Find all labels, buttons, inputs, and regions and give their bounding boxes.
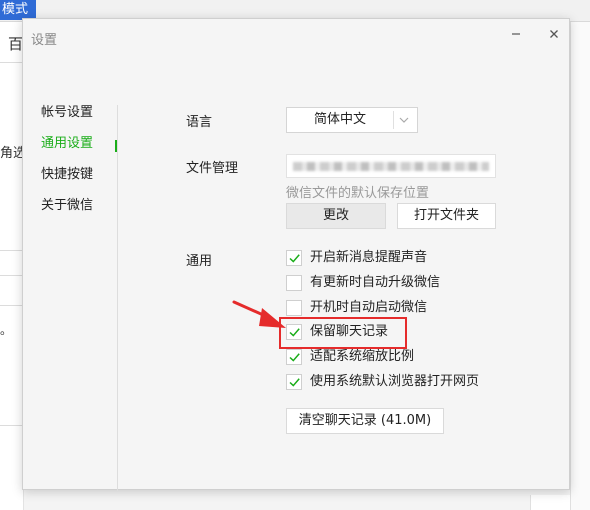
- settings-dialog: 设置 帐号设置 通用设置 快捷按键 关于微信 语言 简体中文 文件管理 微信文件…: [22, 18, 570, 491]
- background-corner: [530, 495, 570, 510]
- highlight-box: [279, 317, 407, 349]
- language-selected-value: 简体中文: [313, 112, 366, 127]
- sidebar-item-shortcuts[interactable]: 快捷按键: [41, 165, 119, 196]
- checkmark-icon: [289, 378, 300, 387]
- close-icon: [550, 30, 558, 38]
- chevron-down-icon: [399, 117, 409, 123]
- minimize-icon: [512, 33, 520, 35]
- active-item-marker: [115, 140, 117, 152]
- checkbox[interactable]: [286, 250, 302, 266]
- option-label: 开启新消息提醒声音: [310, 250, 428, 265]
- option-label: 有更新时自动升级微信: [310, 275, 441, 290]
- file-location-hint: 微信文件的默认保存位置: [286, 186, 430, 201]
- change-folder-button[interactable]: 更改: [286, 203, 386, 229]
- checkbox[interactable]: [286, 349, 302, 365]
- option-label: 适配系统缩放比例: [310, 349, 415, 364]
- blurred-file-path: [293, 162, 489, 171]
- background-right-panel: [570, 22, 590, 510]
- language-select[interactable]: 简体中文: [286, 107, 418, 133]
- close-button[interactable]: [543, 25, 565, 45]
- sidebar-item-general[interactable]: 通用设置: [41, 134, 119, 165]
- red-arrow-icon: [232, 300, 286, 328]
- background-text: 百: [8, 35, 24, 53]
- background-divider: [0, 62, 24, 63]
- file-management-label: 文件管理: [186, 161, 239, 176]
- select-divider: [393, 111, 394, 129]
- background-divider: [0, 275, 24, 276]
- option-label: 开机时自动启动微信: [310, 300, 428, 315]
- background-mode-tab[interactable]: 模式: [0, 0, 36, 20]
- sidebar-item-account[interactable]: 帐号设置: [41, 103, 119, 134]
- checkbox[interactable]: [286, 275, 302, 291]
- sidebar-divider: [117, 105, 118, 491]
- background-left-panel: [0, 22, 24, 510]
- option-label: 使用系统默认浏览器打开网页: [310, 374, 480, 389]
- background-text: 。: [0, 323, 13, 337]
- checkbox[interactable]: [286, 374, 302, 390]
- background-divider: [0, 425, 24, 426]
- sidebar-item-about[interactable]: 关于微信: [41, 196, 119, 227]
- checkmark-icon: [289, 254, 300, 263]
- background-divider: [0, 250, 24, 251]
- language-label: 语言: [186, 115, 213, 130]
- general-label: 通用: [186, 254, 213, 269]
- minimize-button[interactable]: [505, 25, 527, 45]
- open-folder-button[interactable]: 打开文件夹: [397, 203, 496, 229]
- dialog-title: 设置: [31, 33, 58, 48]
- checkmark-icon: [289, 353, 300, 362]
- background-divider: [0, 305, 24, 306]
- file-path-field: [286, 154, 496, 178]
- clear-chat-history-button[interactable]: 清空聊天记录 (41.0M): [286, 408, 444, 434]
- settings-sidebar: 帐号设置 通用设置 快捷按键 关于微信: [41, 103, 119, 227]
